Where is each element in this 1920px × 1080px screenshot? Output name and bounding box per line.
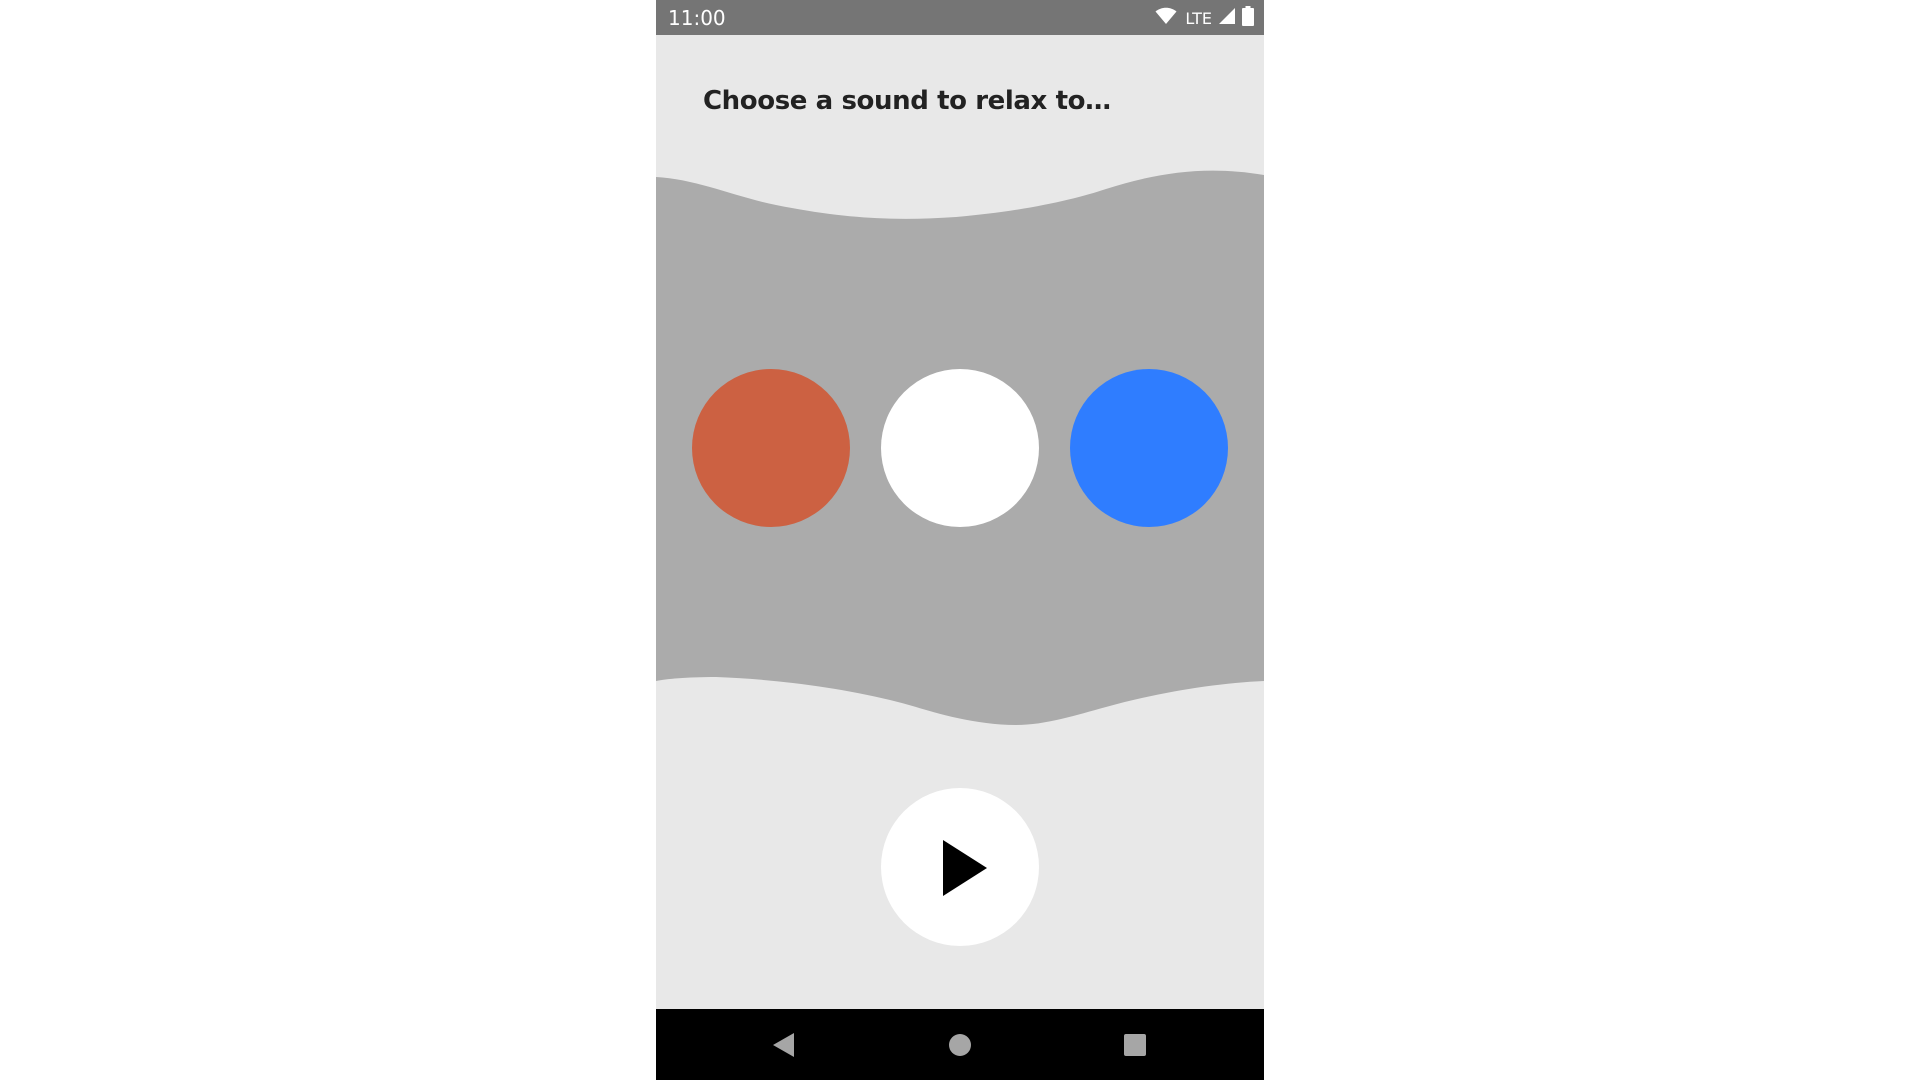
sound-option-3[interactable] — [1070, 369, 1228, 527]
page-title: Choose a sound to relax to… — [703, 86, 1111, 116]
play-button[interactable] — [881, 788, 1039, 946]
home-button[interactable] — [940, 1025, 980, 1065]
recents-icon — [1124, 1034, 1146, 1056]
network-type: LTE — [1185, 8, 1212, 28]
home-icon — [949, 1034, 971, 1056]
navigation-bar — [656, 1009, 1264, 1080]
back-button[interactable] — [763, 1025, 803, 1065]
back-icon — [773, 1033, 794, 1057]
status-time: 11:00 — [668, 6, 726, 30]
signal-icon — [1218, 7, 1236, 30]
wifi-icon — [1155, 7, 1177, 30]
status-bar: 11:00 LTE — [656, 0, 1264, 35]
status-icons: LTE — [1155, 5, 1254, 31]
sound-option-2[interactable] — [881, 369, 1039, 527]
play-icon — [943, 840, 987, 896]
phone-screen: 11:00 LTE Choose a sound to relax to… — [656, 0, 1264, 1080]
recents-button[interactable] — [1115, 1025, 1155, 1065]
battery-icon — [1242, 5, 1254, 31]
sound-option-1[interactable] — [692, 369, 850, 527]
